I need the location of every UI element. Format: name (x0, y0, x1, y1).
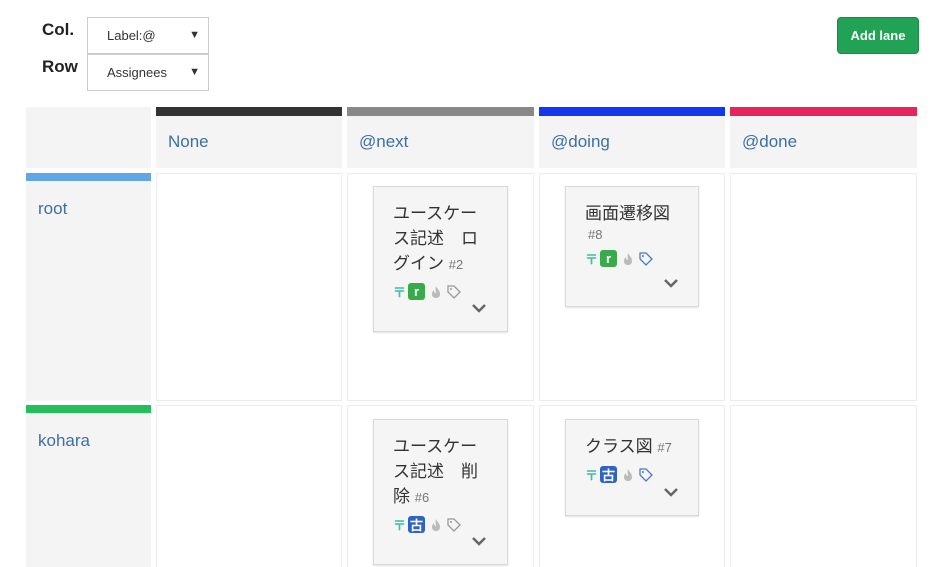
card-title-line: クラス図 (585, 437, 653, 456)
column-color-bar (156, 107, 342, 116)
row-grouping-value: Assignees (107, 65, 167, 80)
row-label: Row (42, 57, 78, 76)
row-name[interactable]: root (38, 199, 67, 219)
avatar[interactable]: 古 (408, 516, 425, 533)
card-title-line: グイン (393, 254, 444, 273)
row-name[interactable]: kohara (38, 431, 90, 451)
pin-icon[interactable]: 〒 (585, 465, 598, 484)
lane-cell[interactable] (730, 173, 917, 401)
tag-icon[interactable] (639, 251, 653, 266)
issue-card[interactable]: ユースケー ス記述 削 除 #6 〒 古 (373, 419, 508, 565)
issue-number: #8 (588, 227, 603, 242)
row-header-kohara: kohara (26, 405, 151, 567)
column-grouping-select[interactable]: Label:@ ▼ (87, 17, 209, 54)
column-name[interactable]: @done (742, 132, 797, 152)
card-title-line: ス記述 削 (393, 462, 478, 481)
issue-card[interactable]: 画面遷移図 #8 〒 r (565, 186, 699, 307)
issue-card[interactable]: ユースケー ス記述 ロ グイン #2 〒 r (373, 186, 508, 332)
tag-icon[interactable] (447, 517, 461, 532)
add-lane-button[interactable]: Add lane (837, 17, 919, 54)
lane-cell[interactable] (156, 405, 342, 567)
flame-icon[interactable] (622, 252, 634, 266)
tag-icon[interactable] (447, 284, 461, 299)
lane-cell[interactable] (730, 405, 917, 567)
chevron-down-icon[interactable] (664, 487, 678, 497)
chevron-down-icon[interactable] (664, 278, 678, 288)
card-title-line: ユースケー (393, 204, 478, 223)
card-title-line: ユースケー (393, 437, 478, 456)
lane-cell[interactable] (156, 173, 342, 401)
tag-icon[interactable] (639, 467, 653, 482)
column-color-bar (347, 107, 534, 116)
avatar[interactable]: 古 (600, 466, 617, 483)
chevron-down-icon[interactable] (472, 536, 486, 546)
caret-down-icon: ▼ (189, 66, 200, 78)
column-color-bar (539, 107, 725, 116)
avatar[interactable]: r (408, 283, 425, 300)
column-header-next: @next (347, 107, 534, 168)
avatar[interactable]: r (600, 250, 617, 267)
col-label: Col. (42, 20, 75, 39)
flame-icon[interactable] (430, 285, 442, 299)
issue-number: #2 (448, 257, 464, 272)
column-name[interactable]: None (168, 132, 209, 152)
column-grouping-value: Label:@ (107, 28, 156, 43)
row-grouping-select[interactable]: Assignees ▼ (87, 54, 209, 91)
row-header-root: root (26, 173, 151, 401)
column-name[interactable]: @doing (551, 132, 610, 152)
row-color-bar (26, 405, 151, 413)
column-header-none: None (156, 107, 342, 168)
pin-icon[interactable]: 〒 (393, 282, 406, 301)
pin-icon[interactable]: 〒 (393, 515, 406, 534)
board-corner (26, 107, 151, 168)
card-title-line: 除 (393, 487, 410, 506)
row-color-bar (26, 173, 151, 181)
column-header-done: @done (730, 107, 917, 168)
chevron-down-icon[interactable] (472, 303, 486, 313)
card-title-line: ス記述 ロ (393, 229, 478, 248)
column-header-doing: @doing (539, 107, 725, 168)
pin-icon[interactable]: 〒 (585, 249, 598, 268)
column-name[interactable]: @next (359, 132, 408, 152)
column-color-bar (730, 107, 917, 116)
card-title-line: 画面遷移図 (585, 204, 670, 223)
issue-number: #7 (657, 440, 672, 455)
flame-icon[interactable] (622, 468, 634, 482)
issue-number: #6 (414, 490, 430, 505)
flame-icon[interactable] (430, 518, 442, 532)
issue-card[interactable]: クラス図 #7 〒 古 (565, 419, 699, 516)
caret-down-icon: ▼ (189, 29, 200, 41)
